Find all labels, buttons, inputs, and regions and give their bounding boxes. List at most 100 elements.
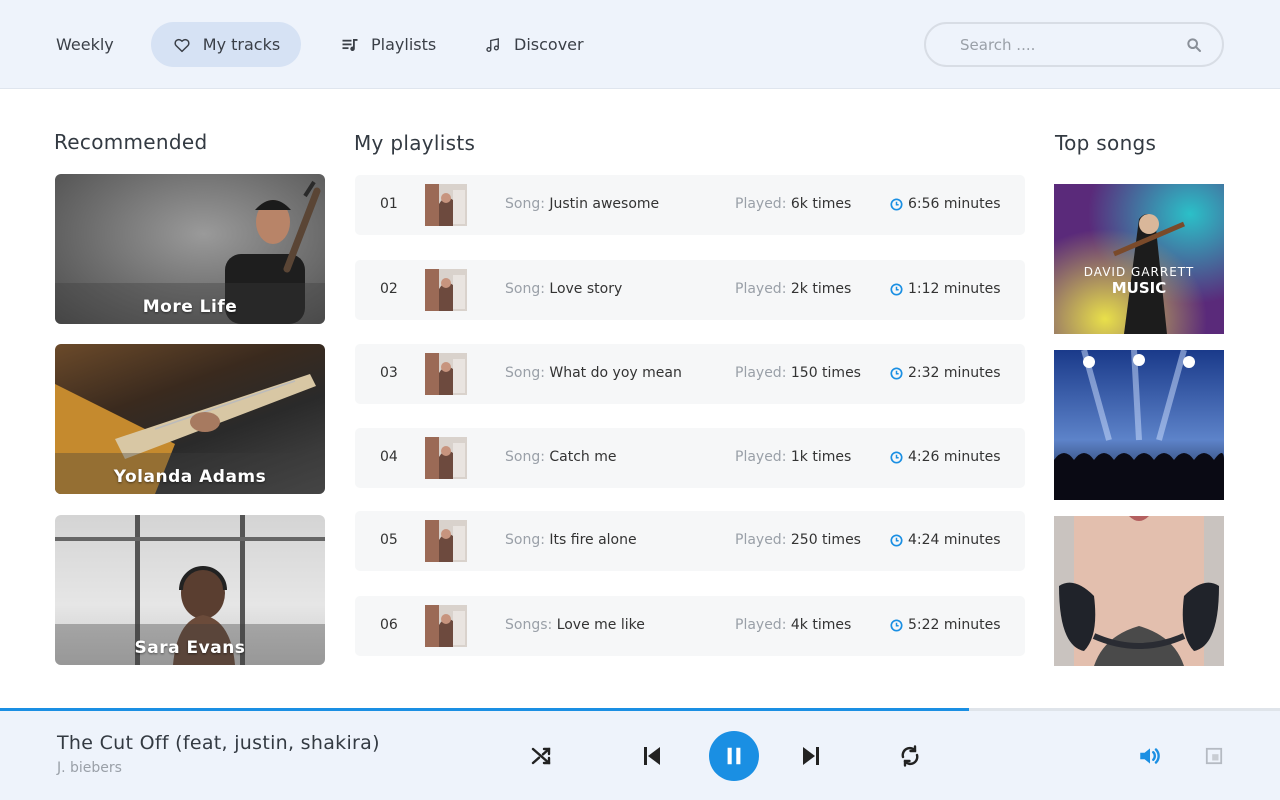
track-duration: 4:24 minutes: [890, 532, 1001, 548]
nav-playlists[interactable]: Playlists: [340, 22, 436, 67]
track-number: 04: [380, 449, 398, 465]
duration-value: 6:56 minutes: [908, 196, 1001, 212]
previous-button[interactable]: [639, 743, 665, 769]
track-number: 06: [380, 617, 398, 633]
played-label: Played:: [735, 281, 787, 297]
nav-weekly[interactable]: Weekly: [56, 22, 114, 67]
expand-button[interactable]: [1204, 746, 1224, 766]
search-input[interactable]: [960, 33, 1170, 57]
track-number: 05: [380, 532, 398, 548]
nav-playlists-label: Playlists: [371, 35, 437, 54]
duration-value: 2:32 minutes: [908, 365, 1001, 381]
song-label: Songs:: [505, 617, 553, 633]
track-played: Played: 6k times: [735, 196, 851, 212]
duration-value: 4:24 minutes: [908, 532, 1001, 548]
track-played: Played: 150 times: [735, 365, 861, 381]
volume-button[interactable]: [1136, 742, 1164, 770]
card-title: Yolanda Adams: [113, 467, 267, 487]
skip-next-icon: [799, 744, 823, 768]
played-count: 4k times: [790, 617, 852, 633]
expand-icon: [1205, 747, 1223, 765]
duration-value: 4:26 minutes: [908, 449, 1001, 465]
song-title: Love story: [549, 281, 623, 297]
shuffle-button[interactable]: [528, 743, 554, 769]
playlist-row[interactable]: 02 Song: Love story Played: 2k times 1:12 m…: [355, 260, 1025, 320]
pause-button[interactable]: [709, 731, 759, 781]
track-thumbnail: [425, 437, 467, 479]
track-number: 03: [380, 365, 398, 381]
heart-icon: [172, 35, 192, 55]
track-thumbnail: [425, 520, 467, 562]
played-label: Played:: [735, 365, 787, 381]
top-song-cover[interactable]: DAVID GARRETT MUSIC: [1054, 184, 1224, 334]
track-thumbnail: [425, 353, 467, 395]
nav-my-tracks[interactable]: My tracks: [151, 22, 301, 67]
track-duration: 1:12 minutes: [890, 281, 1001, 297]
nav-discover[interactable]: Discover: [483, 22, 584, 67]
track-song: Song: Love story: [505, 281, 622, 297]
recommended-card[interactable]: Sara Evans: [55, 515, 325, 665]
song-title: Catch me: [549, 449, 617, 465]
skip-previous-icon: [640, 744, 664, 768]
played-label: Played:: [735, 532, 787, 548]
clock-icon: [890, 618, 908, 632]
card-title: Sara Evans: [134, 638, 246, 658]
track-song: Song: Its fire alone: [505, 532, 637, 548]
recommended-card[interactable]: More Life: [55, 174, 325, 324]
search-box: [924, 22, 1224, 67]
cover-text: DAVID GARRETT: [1084, 265, 1195, 279]
played-count: 250 times: [790, 532, 861, 548]
volume-icon: [1137, 743, 1163, 769]
recommended-card[interactable]: Yolanda Adams: [55, 344, 325, 494]
track-song: Songs: Love me like: [505, 617, 645, 633]
playlist-row[interactable]: 05 Song: Its fire alone Played: 250 times 4…: [355, 511, 1025, 571]
track-played: Played: 250 times: [735, 532, 861, 548]
pause-icon: [723, 745, 745, 767]
played-label: Played:: [735, 617, 787, 633]
shuffle-icon: [529, 744, 553, 768]
track-number: 02: [380, 281, 398, 297]
played-label: Played:: [735, 449, 787, 465]
clock-icon: [890, 533, 908, 547]
duration-value: 5:22 minutes: [908, 617, 1001, 633]
top-nav-bar: Weekly My tracks Playlists Discover: [0, 0, 1280, 89]
cover-subtext: MUSIC: [1112, 279, 1167, 297]
next-button[interactable]: [798, 743, 824, 769]
song-label: Song:: [505, 196, 545, 212]
recommended-title: Recommended: [54, 130, 208, 154]
playlist-row[interactable]: 03 Song: What do yoy mean Played: 150 time…: [355, 344, 1025, 404]
track-played: Played: 1k times: [735, 449, 851, 465]
duration-value: 1:12 minutes: [908, 281, 1001, 297]
track-played: Played: 4k times: [735, 617, 851, 633]
playlist-row[interactable]: 06 Songs: Love me like Played: 4k times 5:2…: [355, 596, 1025, 656]
nav-my-tracks-label: My tracks: [202, 35, 281, 54]
track-song: Song: Catch me: [505, 449, 617, 465]
played-count: 150 times: [790, 365, 861, 381]
track-duration: 5:22 minutes: [890, 617, 1001, 633]
song-label: Song:: [505, 532, 545, 548]
played-label: Played:: [735, 196, 787, 212]
playlist-row[interactable]: 01 Song: Justin awesome Played: 6k times 6:…: [355, 175, 1025, 235]
song-title: Justin awesome: [549, 196, 660, 212]
search-icon[interactable]: [1186, 37, 1202, 53]
now-playing-title: The Cut Off (feat, justin, shakira): [57, 732, 380, 754]
top-song-cover[interactable]: [1054, 350, 1224, 500]
top-songs-title: Top songs: [1055, 131, 1157, 155]
track-number: 01: [380, 196, 398, 212]
playlist-icon: [340, 35, 360, 55]
repeat-button[interactable]: [897, 743, 923, 769]
repeat-icon: [898, 744, 922, 768]
player-bar: The Cut Off (feat, justin, shakira) J. b…: [0, 711, 1280, 800]
track-played: Played: 2k times: [735, 281, 851, 297]
music-note-icon: [483, 35, 503, 55]
track-song: Song: What do yoy mean: [505, 365, 682, 381]
played-count: 2k times: [790, 281, 852, 297]
track-duration: 2:32 minutes: [890, 365, 1001, 381]
clock-icon: [890, 197, 908, 211]
track-thumbnail: [425, 605, 467, 647]
playlist-row[interactable]: 04 Song: Catch me Played: 1k times 4:26 min…: [355, 428, 1025, 488]
song-title: Love me like: [556, 617, 645, 633]
nav-weekly-label: Weekly: [56, 35, 114, 54]
top-song-cover[interactable]: [1054, 516, 1224, 666]
song-title: Its fire alone: [549, 532, 637, 548]
